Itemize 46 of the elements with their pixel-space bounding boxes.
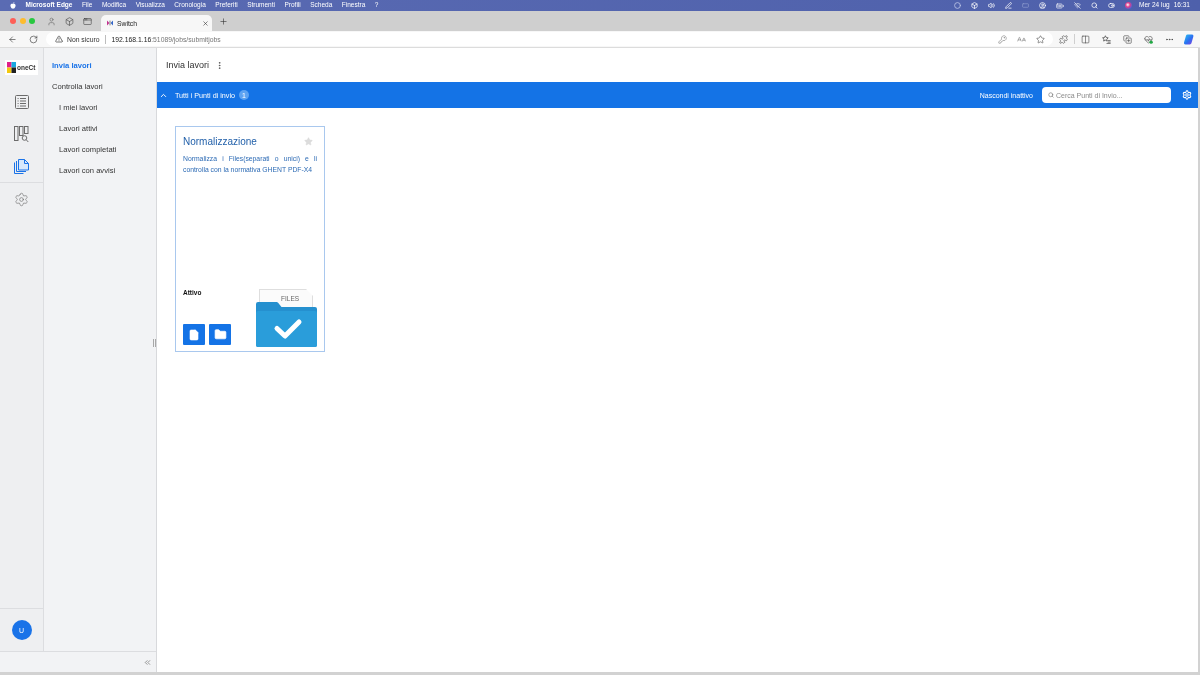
user-icon[interactable] xyxy=(47,16,56,26)
user-circle-icon[interactable] xyxy=(1039,2,1046,9)
star-icon[interactable] xyxy=(1036,34,1045,44)
copy-plus-icon[interactable] xyxy=(1123,34,1132,44)
check-folder-icon xyxy=(256,302,317,347)
refresh-icon[interactable] xyxy=(29,34,38,44)
resize-handle[interactable] xyxy=(153,339,156,347)
search-icon[interactable] xyxy=(1091,2,1098,9)
close-dot-icon[interactable] xyxy=(10,18,16,24)
board-search-icon[interactable] xyxy=(14,125,29,143)
gradient-logo-icon[interactable] xyxy=(1183,33,1195,45)
gradient-orb-icon[interactable] xyxy=(1125,2,1132,9)
folder-icon xyxy=(213,328,227,341)
double-chevron-left-icon[interactable] xyxy=(143,657,152,667)
split-screen-icon[interactable] xyxy=(1081,34,1090,44)
search-icon xyxy=(1048,92,1054,98)
file-button[interactable] xyxy=(183,324,205,345)
back-icon[interactable] xyxy=(8,34,17,44)
page-title: Invia lavori xyxy=(166,60,210,70)
speaker-icon[interactable] xyxy=(988,2,995,9)
apple-icon[interactable] xyxy=(10,2,16,9)
file-icon xyxy=(188,328,200,341)
text-size-icon[interactable] xyxy=(1017,34,1026,44)
heart-pulse-icon[interactable] xyxy=(1144,34,1153,44)
warning-icon[interactable] xyxy=(55,35,63,43)
window-icon[interactable] xyxy=(83,16,92,26)
list-icon[interactable] xyxy=(13,94,30,110)
ring-icon[interactable] xyxy=(954,2,961,9)
puzzle-icon[interactable] xyxy=(1059,34,1068,44)
key-icon[interactable] xyxy=(998,34,1007,44)
zoom-dot-icon[interactable] xyxy=(29,18,35,24)
close-icon[interactable] xyxy=(202,19,209,27)
minimize-dot-icon[interactable] xyxy=(19,18,26,24)
toggle-icon[interactable] xyxy=(1108,2,1115,9)
bowtie-icon xyxy=(107,20,113,26)
documents-icon[interactable] xyxy=(13,157,30,175)
logo-mark-icon xyxy=(7,61,16,73)
cube-icon[interactable] xyxy=(65,16,74,26)
settings-icon[interactable] xyxy=(14,191,29,207)
pen-icon[interactable] xyxy=(1005,2,1012,9)
card-title: Normalizzazione xyxy=(183,135,257,147)
star-list-icon[interactable] xyxy=(1102,34,1111,44)
folder-button[interactable] xyxy=(209,324,231,345)
new-tab-icon[interactable] xyxy=(219,16,228,26)
wifi-off-icon[interactable] xyxy=(1074,2,1081,9)
battery-icon[interactable] xyxy=(1056,1,1064,10)
